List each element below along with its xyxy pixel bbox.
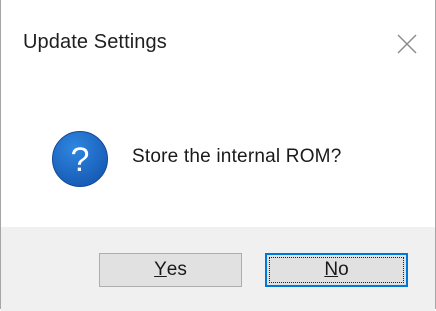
no-button[interactable]: No — [265, 253, 408, 287]
no-label-rest: o — [338, 259, 349, 280]
yes-button[interactable]: Yes — [99, 253, 242, 287]
title-bar: Update Settings — [1, 0, 435, 92]
close-icon — [397, 34, 417, 54]
svg-text:?: ? — [71, 141, 90, 179]
close-button[interactable] — [389, 26, 425, 62]
dialog-content: ? Store the internal ROM? — [1, 92, 435, 227]
button-bar: Yes No — [1, 227, 435, 311]
yes-label-rest: es — [166, 259, 187, 280]
no-mnemonic: N — [324, 259, 339, 280]
dialog-title: Update Settings — [23, 31, 167, 53]
question-icon: ? — [52, 131, 108, 187]
yes-mnemonic: Y — [154, 259, 167, 280]
dialog-message: Store the internal ROM? — [132, 146, 342, 167]
update-settings-dialog: Update Settings ? Store the internal ROM… — [0, 0, 436, 311]
